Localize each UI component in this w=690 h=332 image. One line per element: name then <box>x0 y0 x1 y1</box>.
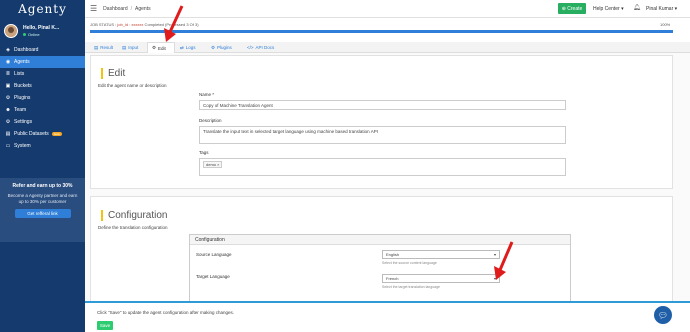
code-icon: </> <box>247 45 254 50</box>
sidebar-item-label: Plugins <box>14 95 31 101</box>
user-profile[interactable]: Hello, Pinal K... Online <box>0 18 85 44</box>
save-button[interactable]: Save <box>97 321 113 330</box>
sidebar-item-label: Team <box>14 107 27 113</box>
save-bar: Click "Save" to update the agent configu… <box>85 301 690 332</box>
tab-plugins[interactable]: ⚙ Plugins <box>207 42 236 53</box>
sidebar-item-buckets[interactable]: ▣ Buckets <box>0 80 85 92</box>
sidebar-item-team[interactable]: ☻ Team <box>0 104 85 116</box>
breadcrumb-separator: / <box>130 5 133 12</box>
annotation-arrow-icon <box>164 5 184 42</box>
gear-icon: ⚙ <box>211 44 216 50</box>
sidebar-item-settings[interactable]: ⚙ Settings <box>0 116 85 128</box>
sidebar-nav: ◈ Dashboard ◉ Agents ≣ Lists ▣ Buckets ⚙ Plugins ☻… <box>0 44 85 152</box>
lists-icon: ≣ <box>5 71 11 77</box>
agent-tabs: ▤ Result ▤ Input ⚙ Edit ⇄ Logs ⚙ Plugins </> A… <box>85 42 690 53</box>
refer-text: Become a Agenty partner and earn up to 3… <box>7 193 78 204</box>
table-icon: ▤ <box>94 44 99 50</box>
user-menu[interactable]: Pinal Kumar ▾ <box>646 6 677 12</box>
target-language-select[interactable]: French ▾ <box>382 274 500 283</box>
configuration-description: Define the translation configuration <box>98 225 168 230</box>
sidebar-item-label: Buckets <box>14 83 32 89</box>
sidebar-item-dashboard[interactable]: ◈ Dashboard <box>0 44 85 56</box>
source-language-help: Select the source content language <box>382 261 437 265</box>
refer-panel: Refer and earn up to 30% Become a Agenty… <box>0 178 85 242</box>
save-hint: Click "Save" to update the agent configu… <box>97 310 235 315</box>
description-label: Description <box>199 118 222 123</box>
online-dot-icon <box>23 33 26 36</box>
sidebar-item-agents[interactable]: ◉ Agents <box>0 56 85 68</box>
user-greeting: Hello, Pinal K... <box>23 25 60 31</box>
sidebar-item-plugins[interactable]: ⚙ Plugins <box>0 92 85 104</box>
agenty-logo[interactable]: Agenty <box>0 0 85 18</box>
sidebar-item-label: Settings <box>14 119 33 125</box>
user-status: Online <box>23 32 59 37</box>
sidebar: Agenty Hello, Pinal K... Online ◈ Dashboa… <box>0 0 85 332</box>
annotation-arrow-icon <box>494 241 514 280</box>
tag-chip[interactable]: demo × <box>203 161 223 168</box>
bell-icon[interactable]: 🔔︎ <box>633 4 641 11</box>
sidebar-item-lists[interactable]: ≣ Lists <box>0 68 85 80</box>
create-button[interactable]: ⊕ Create <box>558 3 586 14</box>
breadcrumb-dashboard[interactable]: Dashboard <box>103 6 127 12</box>
edit-title: Edit <box>101 68 125 79</box>
name-label: Name * <box>199 92 215 97</box>
description-field[interactable]: Translate the input text in selected tar… <box>199 126 566 144</box>
sidebar-item-label: Agents <box>14 59 30 65</box>
edit-card: Edit Edit the agent name or description … <box>90 55 673 189</box>
settings-icon: ⚙ <box>5 119 11 125</box>
tab-logs[interactable]: ⇄ Logs <box>176 42 200 53</box>
edit-description: Edit the agent name or description <box>98 83 167 88</box>
target-language-label: Target Language <box>196 274 230 279</box>
sidebar-item-label: Lists <box>14 71 25 77</box>
plugins-icon: ⚙ <box>5 95 11 101</box>
refer-title: Refer and earn up to 30% <box>12 183 73 189</box>
job-percent: 100% <box>660 22 671 27</box>
gear-icon: ⚙ <box>152 45 157 50</box>
tags-field[interactable]: demo × <box>199 158 566 176</box>
tab-result[interactable]: ▤ Result <box>90 42 117 53</box>
dashboard-icon: ◈ <box>6 47 10 53</box>
source-language-label: Source Language <box>196 252 232 257</box>
public-datasets-icon: ▤ <box>5 131 11 137</box>
main-content: Edit Edit the agent name or description … <box>85 53 690 332</box>
target-language-help: Select the target translation language <box>382 285 440 289</box>
tab-api-docs[interactable]: </> API Docs <box>243 42 278 53</box>
configuration-title: Configuration <box>101 210 167 221</box>
agents-icon: ◉ <box>5 59 11 65</box>
exchange-icon: ⇄ <box>180 44 184 50</box>
buckets-icon: ▣ <box>5 83 11 89</box>
team-icon: ☻ <box>5 107 11 113</box>
sidebar-item-system[interactable]: ▭ System <box>0 140 85 152</box>
beta-badge: beta <box>51 132 62 136</box>
help-center-menu[interactable]: Help Center ▾ <box>593 6 624 12</box>
sidebar-item-label: Public Datasets <box>14 131 49 137</box>
breadcrumb-agents[interactable]: Agents <box>135 6 151 12</box>
sidebar-item-label: System <box>14 143 31 149</box>
source-language-select[interactable]: English ▾ <box>382 250 500 259</box>
avatar <box>4 24 18 38</box>
menu-toggle-icon[interactable]: ☰ <box>90 4 97 13</box>
sidebar-item-label: Dashboard <box>14 47 39 53</box>
system-icon: ▭ <box>5 143 11 149</box>
sidebar-item-public-datasets[interactable]: ▤ Public Datasets beta <box>0 128 85 140</box>
chat-bubble-icon[interactable]: 💬︎ <box>654 306 672 324</box>
tab-edit[interactable]: ⚙ Edit <box>147 42 175 53</box>
referral-link-button[interactable]: Get refferal link <box>14 209 71 218</box>
name-field[interactable]: Copy of Machine Translation Agent <box>199 100 566 110</box>
tab-input[interactable]: ▤ Input <box>118 42 142 53</box>
table-icon: ▤ <box>122 44 127 50</box>
tags-label: Tags <box>199 150 209 155</box>
